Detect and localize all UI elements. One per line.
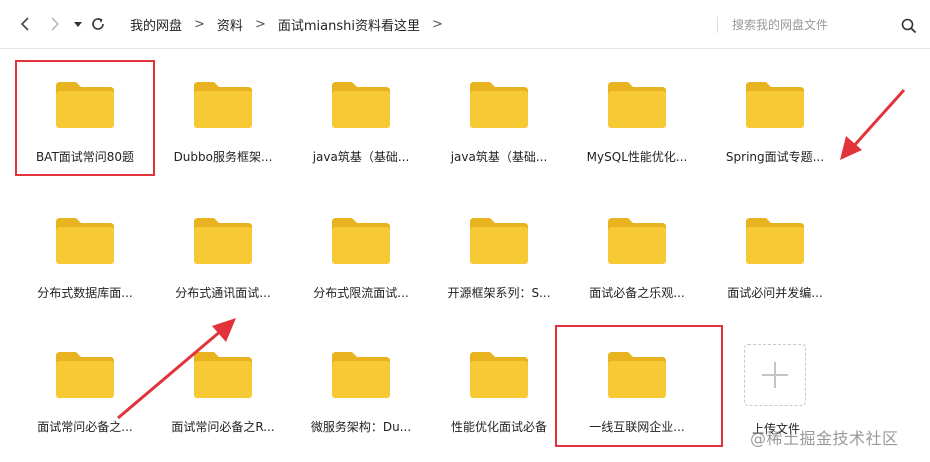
folder-icon (56, 82, 114, 128)
folder-label: 面试必备之乐观... (589, 286, 685, 300)
folder-label: 开源框架系列：S... (447, 286, 551, 300)
folder-icon (608, 218, 666, 264)
folder-icon (608, 352, 666, 398)
folder-item[interactable]: BAT面试常问80题 (16, 60, 154, 190)
folder-label: 分布式限流面试... (313, 286, 409, 300)
folder-icon (470, 218, 528, 264)
folder-label: 性能优化面试必备 (450, 420, 547, 434)
breadcrumb: 我的网盘 > 资料 > 面试mianshi资料看这里 > (130, 0, 455, 48)
folder-label: java筑基（基础... (450, 150, 548, 164)
folder-label: 一线互联网企业... (589, 420, 685, 434)
folder-icon (470, 82, 528, 128)
folder-item[interactable]: 开源框架系列：S... (430, 196, 568, 326)
folder-icon (608, 82, 666, 128)
folder-label: 面试必问并发编... (727, 286, 823, 300)
toolbar: 我的网盘 > 资料 > 面试mianshi资料看这里 > (0, 0, 930, 49)
history-dropdown-button[interactable] (68, 14, 88, 34)
toolbar-divider (717, 17, 718, 33)
folder-label: Dubbo服务框架... (173, 150, 273, 164)
refresh-icon (92, 18, 104, 30)
folder-icon (470, 352, 528, 398)
folder-label: 面试常问必备之R... (171, 420, 275, 434)
folder-item[interactable]: java筑基（基础... (430, 60, 568, 190)
folder-label: java筑基（基础... (312, 150, 410, 164)
folder-item[interactable]: Spring面试专题... (706, 60, 844, 190)
search-input[interactable] (726, 15, 908, 35)
folder-icon (332, 218, 390, 264)
folder-item[interactable]: 面试常问必备之R... (154, 330, 292, 460)
folder-item[interactable]: 分布式通讯面试... (154, 196, 292, 326)
back-button[interactable] (16, 14, 36, 34)
folder-icon (746, 82, 804, 128)
folder-icon (194, 218, 252, 264)
folder-item[interactable]: MySQL性能优化... (568, 60, 706, 190)
search-icon (901, 18, 917, 34)
breadcrumb-item-my-drive[interactable]: 我的网盘 (130, 15, 182, 34)
folder-icon (56, 352, 114, 398)
breadcrumb-item-materials[interactable]: 资料 (217, 15, 243, 34)
upload-button[interactable] (744, 344, 806, 406)
breadcrumb-separator: > (194, 16, 205, 32)
folder-icon (194, 82, 252, 128)
caret-down-icon (74, 22, 82, 27)
folder-item[interactable]: java筑基（基础... (292, 60, 430, 190)
plus-icon (762, 362, 788, 388)
folder-icon (56, 218, 114, 264)
breadcrumb-item-current-folder[interactable]: 面试mianshi资料看这里 (278, 15, 420, 34)
folder-label: Spring面试专题... (725, 150, 825, 164)
chevron-left-icon (20, 17, 29, 31)
folder-label: 分布式通讯面试... (175, 286, 271, 300)
folder-icon (746, 218, 804, 264)
folder-label: 面试常问必备之... (37, 420, 133, 434)
upload-label: 上传文件 (751, 422, 800, 436)
folder-label: MySQL性能优化... (586, 150, 688, 164)
folder-item[interactable]: 面试必备之乐观... (568, 196, 706, 326)
breadcrumb-separator: > (254, 16, 266, 32)
folder-item[interactable]: Dubbo服务框架... (154, 60, 292, 190)
folder-item[interactable]: 面试必问并发编... (706, 196, 844, 326)
folder-label: 分布式数据库面... (37, 286, 133, 300)
folder-item[interactable]: 性能优化面试必备 (430, 330, 568, 460)
folder-icon (194, 352, 252, 398)
folder-icon (332, 82, 390, 128)
folder-icon (332, 352, 390, 398)
breadcrumb-separator: > (431, 16, 443, 32)
folder-item[interactable]: 一线互联网企业... (568, 330, 706, 460)
annotation-arrow-top-right (840, 88, 906, 160)
search-button[interactable] (900, 17, 918, 35)
chevron-right-icon (51, 17, 60, 31)
folder-item[interactable]: 分布式限流面试... (292, 196, 430, 326)
folder-label: 微服务架构：Du... (310, 420, 412, 434)
folder-item[interactable]: 微服务架构：Du... (292, 330, 430, 460)
refresh-button[interactable] (88, 14, 108, 34)
folder-label: BAT面试常问80题 (35, 150, 135, 164)
folder-item[interactable]: 分布式数据库面... (16, 196, 154, 326)
forward-button[interactable] (44, 14, 64, 34)
folder-item[interactable]: 面试常问必备之... (16, 330, 154, 460)
